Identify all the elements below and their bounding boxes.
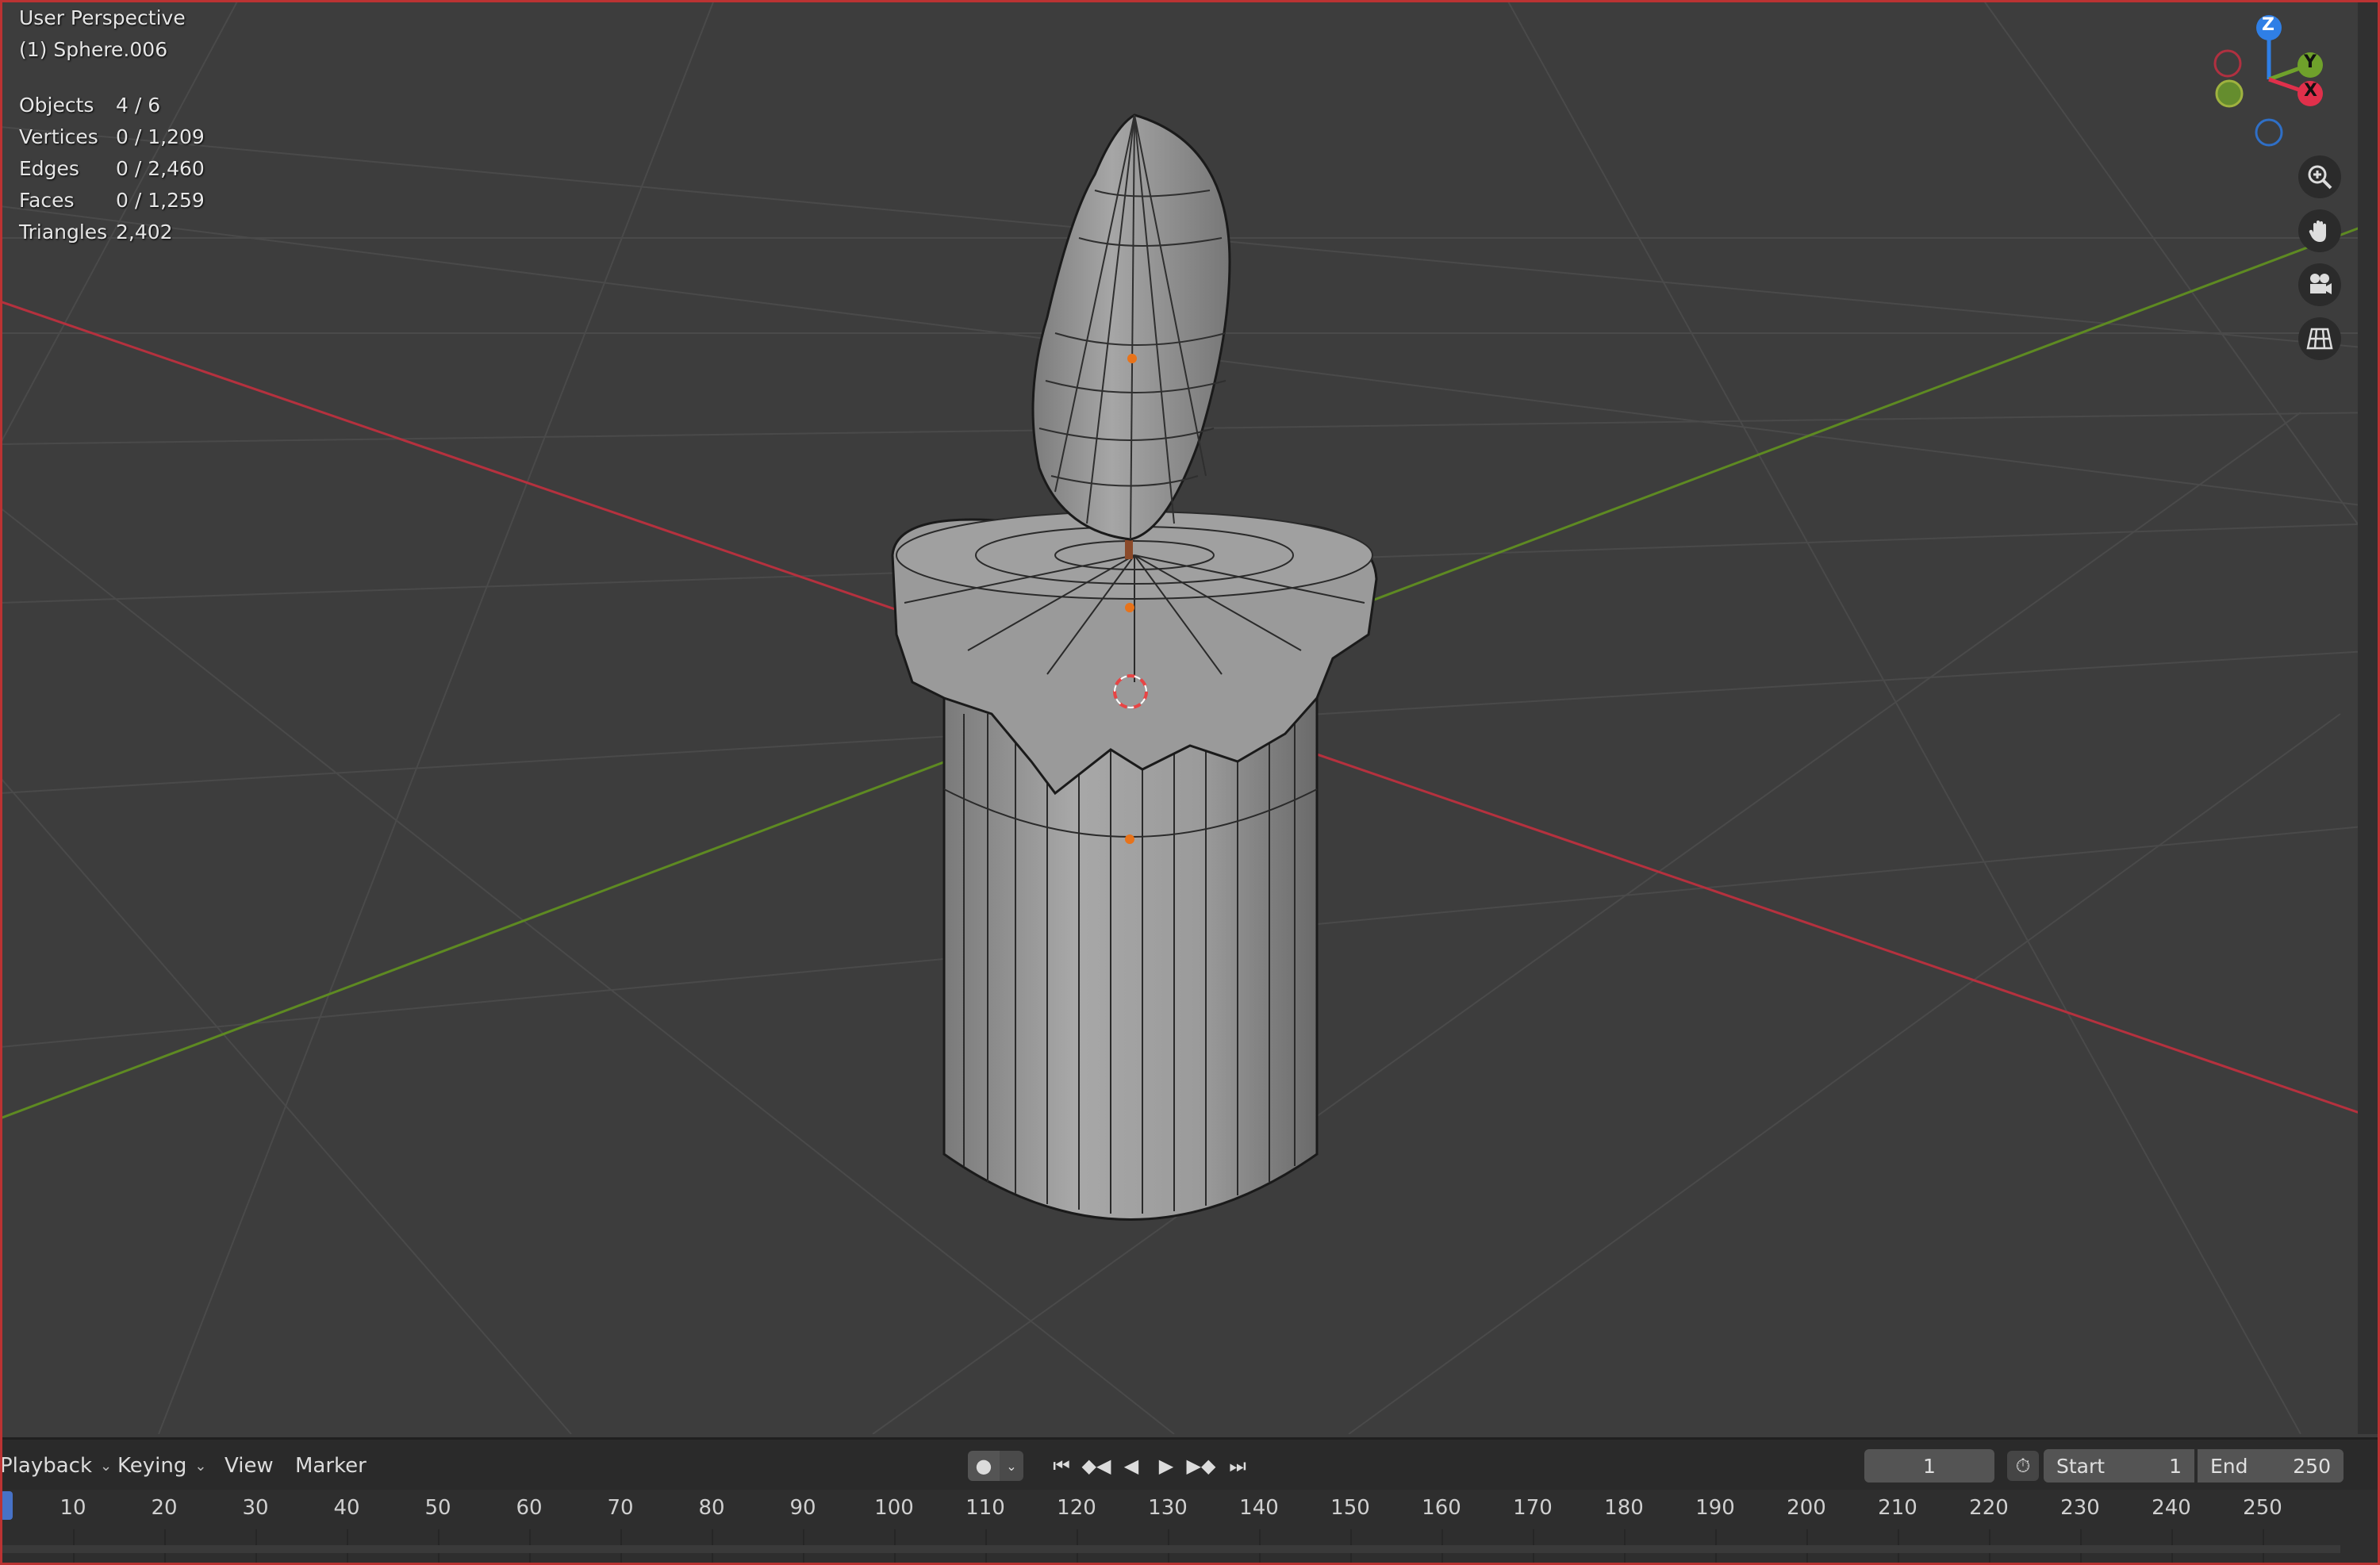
auto-keying-record-button[interactable]: ●	[968, 1451, 1000, 1481]
stats-label: Vertices	[19, 125, 98, 148]
current-frame-field[interactable]: 1	[1864, 1449, 1994, 1483]
chevron-down-icon: ⌄	[1006, 1458, 1017, 1474]
scene-statistics: Objects 4 / 6 Vertices 0 / 1,209 Edges 0 / …	[19, 89, 205, 247]
tick-label: 90	[789, 1496, 816, 1520]
tick-label: 210	[1878, 1496, 1917, 1520]
viewport-side-toolbar[interactable]	[2358, 0, 2380, 1434]
view-name: User Perspective	[19, 6, 186, 29]
prev-keyframe-button[interactable]: ◆◀	[1081, 1451, 1112, 1481]
timeline-scrollbar[interactable]	[0, 1545, 2340, 1553]
preview-range-stopwatch-icon[interactable]: ⏱	[2007, 1451, 2039, 1481]
tick-label: 160	[1422, 1496, 1461, 1520]
marker-menu-label: Marker	[295, 1454, 367, 1478]
start-label: Start	[2056, 1454, 2106, 1478]
next-keyframe-button[interactable]: ▶◆	[1185, 1451, 1217, 1481]
tick-label: 140	[1239, 1496, 1279, 1520]
end-label: End	[2210, 1454, 2248, 1478]
end-frame-field[interactable]: End 250	[2198, 1449, 2344, 1483]
stats-row-faces: Faces 0 / 1,259	[19, 184, 205, 216]
tick-label: 60	[516, 1496, 543, 1520]
chevron-down-icon: ⌄	[194, 1457, 207, 1475]
jump-to-end-button[interactable]: ⏭	[1222, 1451, 1253, 1481]
active-object-label: (1) Sphere.006	[19, 38, 168, 61]
camera-view-icon[interactable]	[2298, 263, 2341, 306]
gizmo-y-label[interactable]: Y	[2304, 52, 2317, 72]
stats-label: Edges	[19, 156, 79, 180]
view-menu-label: View	[225, 1454, 274, 1478]
gizmo-z-label[interactable]: Z	[2262, 15, 2274, 35]
tick-label: 190	[1695, 1496, 1735, 1520]
play-reverse-button[interactable]: ◀	[1115, 1451, 1147, 1481]
stats-value: 4 / 6	[116, 93, 161, 117]
tick-label: 130	[1148, 1496, 1188, 1520]
perspective-grid-icon[interactable]	[2298, 317, 2341, 360]
keying-options-dropdown[interactable]: ⌄	[1000, 1451, 1023, 1481]
playback-menu[interactable]: Playback ⌄	[0, 1440, 112, 1492]
play-icon: ▶	[1158, 1455, 1174, 1477]
tick-label: 200	[1787, 1496, 1826, 1520]
stats-value: 0 / 1,259	[116, 188, 205, 212]
jump-to-start-button[interactable]: ⏮	[1046, 1451, 1077, 1481]
tick-label: 10	[60, 1496, 86, 1520]
stats-value: 0 / 2,460	[116, 156, 205, 180]
playhead[interactable]	[0, 1491, 13, 1520]
jump-end-icon: ⏭	[1229, 1455, 1246, 1477]
play-button[interactable]: ▶	[1150, 1451, 1182, 1481]
gizmo-x-label[interactable]: X	[2304, 81, 2317, 101]
tick-label: 240	[2152, 1496, 2191, 1520]
end-value: 250	[2293, 1454, 2331, 1478]
tick-label: 20	[151, 1496, 178, 1520]
timeline-ruler[interactable]: 10 20 30 40 50 60 70 80 90 100 110 120 130 140 150 160 1…	[0, 1490, 2380, 1565]
stats-row-triangles: Triangles 2,402	[19, 216, 205, 247]
tick-label: 230	[2060, 1496, 2100, 1520]
tick-label: 50	[424, 1496, 451, 1520]
pan-hand-icon[interactable]	[2298, 209, 2341, 252]
start-frame-field[interactable]: Start 1	[2044, 1449, 2194, 1483]
play-reverse-icon: ◀	[1123, 1455, 1139, 1477]
start-value: 1	[2169, 1454, 2182, 1478]
stats-label: Objects	[19, 93, 94, 117]
stats-row-objects: Objects 4 / 6	[19, 89, 205, 121]
tick-label: 110	[965, 1496, 1005, 1520]
tick-label: 220	[1969, 1496, 2009, 1520]
tick-label: 100	[874, 1496, 914, 1520]
next-keyframe-icon: ▶◆	[1186, 1455, 1216, 1477]
tick-label: 80	[698, 1496, 725, 1520]
stats-row-edges: Edges 0 / 2,460	[19, 152, 205, 184]
3d-viewport[interactable]: User Perspective (1) Sphere.006 Objects 4…	[0, 0, 2380, 1434]
tick-label: 250	[2243, 1496, 2282, 1520]
tick-label: 150	[1330, 1496, 1370, 1520]
tick-label: 30	[242, 1496, 269, 1520]
stats-value: 2,402	[116, 220, 173, 244]
stats-row-vertices: Vertices 0 / 1,209	[19, 121, 205, 152]
keying-menu[interactable]: Keying ⌄	[117, 1440, 206, 1492]
tick-label: 120	[1057, 1496, 1096, 1520]
tick-label: 40	[333, 1496, 360, 1520]
prev-keyframe-icon: ◆◀	[1081, 1455, 1111, 1477]
tick-label: 70	[607, 1496, 634, 1520]
tick-label: 170	[1513, 1496, 1553, 1520]
jump-start-icon: ⏮	[1053, 1455, 1070, 1477]
zoom-icon[interactable]	[2298, 155, 2341, 198]
chevron-down-icon: ⌄	[100, 1457, 113, 1475]
keying-menu-label: Keying	[117, 1454, 187, 1478]
stats-label: Triangles	[19, 220, 108, 244]
marker-menu[interactable]: Marker	[295, 1440, 367, 1492]
tick-label: 180	[1604, 1496, 1644, 1520]
stats-label: Faces	[19, 188, 75, 212]
stats-value: 0 / 1,209	[116, 125, 205, 148]
view-menu[interactable]: View	[225, 1440, 274, 1492]
timeline-header: Playback ⌄ Keying ⌄ View Marker ● ⌄ ⏮ ◆◀ ◀…	[0, 1437, 2380, 1492]
candle-mesh	[891, 113, 1378, 1221]
playback-menu-label: Playback	[0, 1454, 93, 1478]
record-icon: ●	[975, 1455, 992, 1477]
viewport-scene[interactable]	[0, 0, 2380, 1434]
current-frame-value: 1	[1923, 1454, 1936, 1478]
